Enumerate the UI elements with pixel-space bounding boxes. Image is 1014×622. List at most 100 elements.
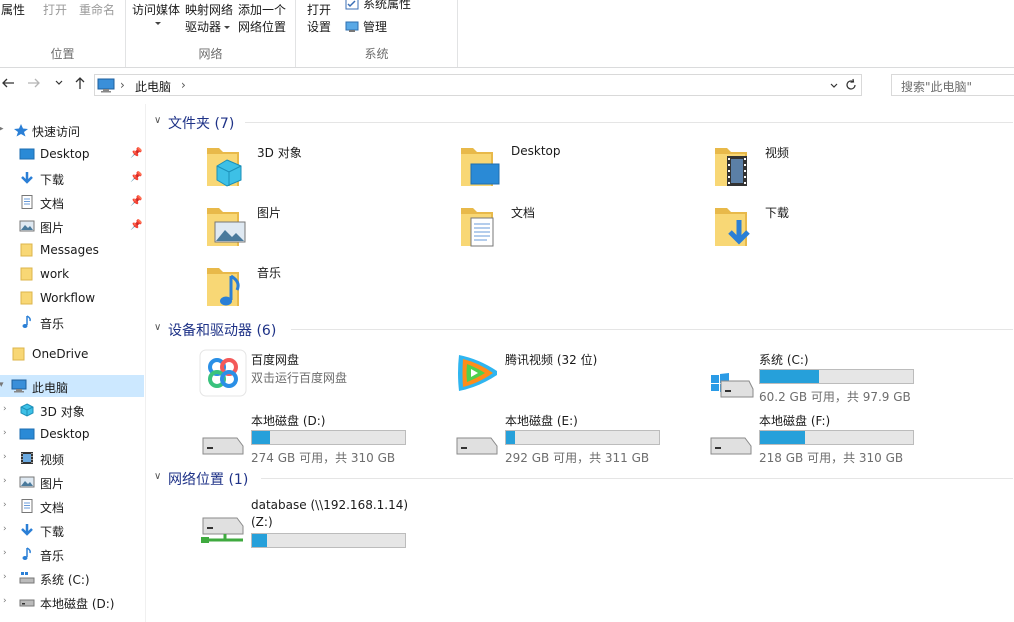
folder-tile-pictures[interactable]: 图片: [205, 202, 445, 258]
folder-name: 图片: [257, 206, 282, 220]
nav-item-pictures[interactable]: 图片 📌: [0, 215, 144, 237]
drive-name: 本地磁盘 (E:): [505, 414, 578, 428]
drive-usage-fill: [760, 370, 819, 383]
access-media-button[interactable]: 访问媒体: [132, 2, 180, 27]
folder-name: 音乐: [257, 266, 282, 280]
up-button[interactable]: [72, 76, 88, 94]
breadcrumb-separator-icon[interactable]: ›: [181, 78, 186, 92]
section-title: 文件夹 (7): [168, 116, 235, 132]
folder-tile-desktop[interactable]: Desktop: [459, 142, 699, 198]
expand-arrow-icon[interactable]: ▸: [0, 124, 4, 134]
properties-button[interactable]: 属性: [1, 2, 25, 19]
expand-arrow-icon[interactable]: ›: [3, 428, 7, 438]
chevron-down-icon: [154, 22, 161, 25]
drive-usage-bar: [505, 430, 660, 445]
pin-icon[interactable]: 📌: [130, 196, 142, 207]
forward-button[interactable]: [26, 76, 42, 94]
folder-tile-videos[interactable]: 视频: [713, 142, 953, 198]
add-network-location-button[interactable]: 添加一个 网络位置: [238, 2, 286, 36]
drive-usage-fill: [506, 431, 516, 444]
drive-usage-fill: [760, 431, 806, 444]
nav-pc-item-drive-c[interactable]: › 系统 (C:): [0, 567, 144, 589]
chevron-down-icon[interactable]: ∨: [154, 322, 161, 333]
map-network-drive-button[interactable]: 映射网络 驱动器: [185, 2, 233, 36]
section-title: 网络位置 (1): [168, 472, 249, 488]
expand-arrow-icon[interactable]: ›: [3, 500, 7, 510]
windows-drive-icon: [711, 373, 754, 398]
nav-item-messages[interactable]: Messages: [0, 239, 144, 261]
expand-arrow-icon[interactable]: ›: [3, 596, 7, 606]
drive-tile-f[interactable]: 本地磁盘 (F:) 218 GB 可用，共 310 GB: [707, 410, 947, 466]
pin-icon[interactable]: 📌: [130, 148, 142, 159]
nav-onedrive-label: OneDrive: [32, 347, 89, 361]
nav-pc-item-documents[interactable]: › 文档: [0, 495, 144, 517]
nav-item-label: 文档: [40, 197, 65, 211]
nav-item-downloads[interactable]: 下载 📌: [0, 167, 144, 189]
chevron-down-icon[interactable]: ∨: [154, 115, 161, 126]
nav-item-label: Desktop: [40, 147, 90, 161]
nav-pc-item-drive-d[interactable]: › 本地磁盘 (D:): [0, 591, 144, 613]
add-network-label: 添加一个: [238, 3, 287, 17]
folder-tile-music[interactable]: 音乐: [205, 262, 445, 318]
nav-this-pc[interactable]: ▾ 此电脑: [0, 375, 144, 397]
section-header-devices[interactable]: ∨ 设备和驱动器 (6): [153, 319, 1013, 339]
pin-icon[interactable]: 📌: [130, 172, 142, 183]
app-tile-baidu-netdisk[interactable]: 百度网盘 双击运行百度网盘: [199, 349, 439, 405]
back-button[interactable]: [0, 76, 16, 94]
desktop-icon: [19, 148, 35, 160]
nav-pc-item-pictures[interactable]: › 图片: [0, 471, 144, 493]
folder-icon: [20, 267, 33, 281]
section-header-folders[interactable]: ∨ 文件夹 (7): [153, 112, 1013, 132]
nav-item-documents[interactable]: 文档 📌: [0, 191, 144, 213]
expand-arrow-icon[interactable]: ›: [3, 404, 7, 414]
nav-item-music[interactable]: 音乐: [0, 311, 144, 333]
nav-pc-item-videos[interactable]: › 视频: [0, 447, 144, 469]
folder-tile-downloads[interactable]: 下载: [713, 202, 953, 258]
nav-pc-item-3d-objects[interactable]: › 3D 对象: [0, 399, 144, 421]
recent-locations-button[interactable]: [51, 76, 67, 94]
rename-button[interactable]: 重命名: [79, 2, 115, 19]
nav-item-work[interactable]: work: [0, 263, 144, 285]
hard-drive-icon: [456, 437, 498, 455]
refresh-icon[interactable]: [844, 78, 858, 92]
nav-item-workflow[interactable]: Workflow: [0, 287, 144, 309]
app-tile-tencent-video[interactable]: 腾讯视频 (32 位): [453, 349, 693, 405]
nav-onedrive[interactable]: OneDrive: [0, 343, 144, 365]
network-drive-tile-z[interactable]: database (\\192.168.1.14) (Z:): [199, 496, 439, 552]
nav-pc-item-music[interactable]: › 音乐: [0, 543, 144, 565]
drive-tile-e[interactable]: 本地磁盘 (E:) 292 GB 可用，共 311 GB: [453, 410, 693, 466]
nav-item-desktop[interactable]: Desktop 📌: [0, 143, 144, 165]
section-header-network[interactable]: ∨ 网络位置 (1): [153, 468, 1013, 488]
chevron-down-icon[interactable]: ∨: [154, 471, 161, 482]
app-subtitle: 双击运行百度网盘: [251, 371, 348, 385]
expand-arrow-icon[interactable]: ›: [3, 548, 7, 558]
music-icon: [22, 315, 31, 328]
nav-item-label: 文档: [40, 501, 65, 515]
nav-quick-access[interactable]: ▸ 快速访问: [0, 119, 144, 141]
manage-button[interactable]: 管理: [345, 19, 387, 36]
folder-tile-documents[interactable]: 文档: [459, 202, 699, 258]
address-bar[interactable]: › 此电脑 ›: [94, 74, 862, 96]
open-button[interactable]: 打开: [43, 2, 67, 19]
search-input[interactable]: 搜索"此电脑": [891, 74, 1014, 96]
desktop-folder-icon: [461, 148, 500, 186]
nav-pc-item-desktop[interactable]: › Desktop: [0, 423, 144, 445]
open-settings-button[interactable]: 打开 设置: [307, 2, 331, 36]
drive-usage-bar: [251, 533, 406, 548]
drive-tile-c[interactable]: 系统 (C:) 60.2 GB 可用，共 97.9 GB: [707, 349, 947, 405]
expand-arrow-icon[interactable]: ›: [3, 452, 7, 462]
drive-tile-d[interactable]: 本地磁盘 (D:) 274 GB 可用，共 310 GB: [199, 410, 439, 466]
nav-pc-item-downloads[interactable]: › 下载: [0, 519, 144, 541]
expand-arrow-icon[interactable]: ▾: [0, 380, 4, 390]
document-icon: [21, 195, 33, 209]
nav-item-label: 3D 对象: [40, 405, 85, 419]
expand-arrow-icon[interactable]: ›: [3, 476, 7, 486]
expand-arrow-icon[interactable]: ›: [3, 524, 7, 534]
system-properties-button[interactable]: 系统属性: [345, 0, 411, 13]
pin-icon[interactable]: 📌: [130, 220, 142, 231]
folder-tile-3d-objects[interactable]: 3D 对象: [205, 142, 445, 198]
expand-arrow-icon[interactable]: ›: [3, 572, 7, 582]
chevron-down-icon[interactable]: [829, 81, 839, 91]
ribbon-group-label: 系统: [364, 47, 389, 61]
breadcrumb-this-pc[interactable]: 此电脑: [135, 78, 171, 95]
